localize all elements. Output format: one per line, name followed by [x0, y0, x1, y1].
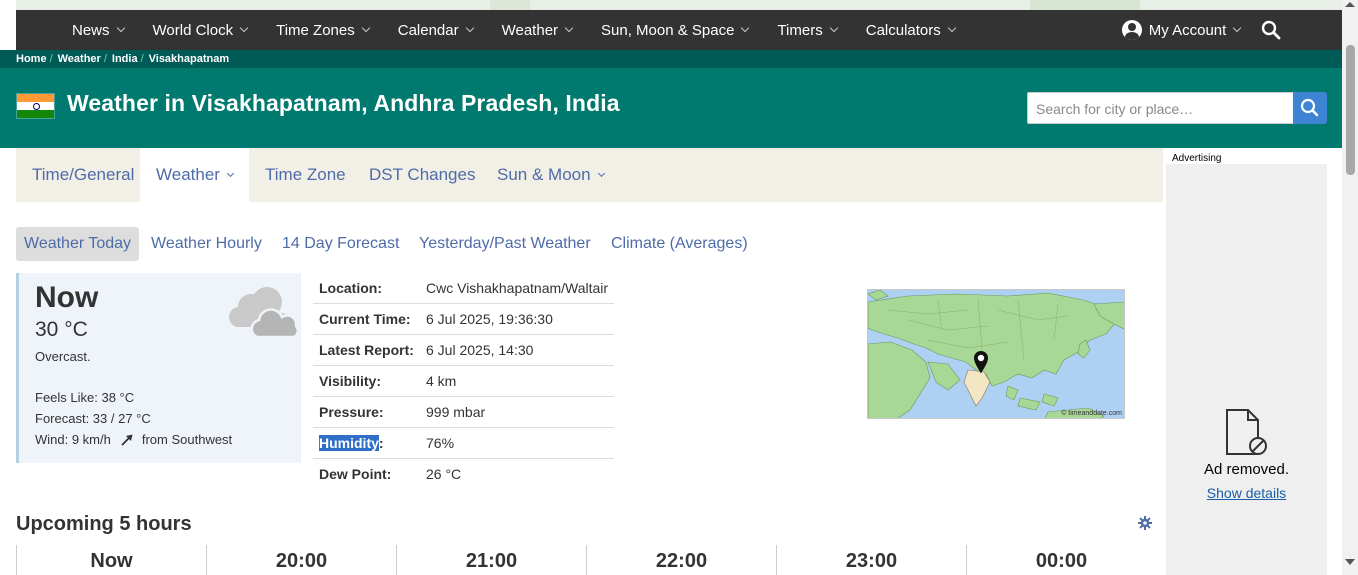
- forecast-range: Forecast: 33 / 27 °C: [35, 411, 151, 426]
- breadcrumb: Home / Weather / India / Visakhapatnam: [0, 50, 1342, 68]
- detail-latest-report: Latest Report: 6 Jul 2025, 14:30: [313, 335, 614, 366]
- tab-sun-moon[interactable]: Sun & Moon: [497, 148, 605, 202]
- ad-area: [1166, 150, 1327, 575]
- top-strip: [0, 0, 1358, 10]
- tab-weather[interactable]: Weather: [140, 148, 249, 202]
- scroll-up-arrow-icon[interactable]: [1345, 2, 1355, 7]
- hour-column-header: 20:00: [206, 545, 396, 575]
- search-icon: [1300, 98, 1319, 117]
- nav-calculators[interactable]: Calculators: [866, 10, 957, 50]
- chevron-down-icon: [564, 23, 574, 33]
- nav-weather[interactable]: Weather: [502, 10, 574, 50]
- subtab-weather-today[interactable]: Weather Today: [16, 227, 140, 261]
- hour-column-header: 23:00: [776, 545, 966, 575]
- breadcrumb-india[interactable]: India: [112, 53, 138, 65]
- now-title: Now: [35, 281, 99, 314]
- detail-dew-point: Dew Point: 26 °C: [319, 466, 462, 482]
- hour-column-header: 00:00: [966, 545, 1156, 575]
- scrollbar-thumb[interactable]: [1346, 45, 1355, 175]
- current-condition: Overcast.: [35, 349, 91, 364]
- chevron-down-icon: [465, 23, 474, 33]
- search-input[interactable]: Search for city or place…: [1027, 92, 1294, 124]
- chevron-down-icon: [1233, 23, 1242, 33]
- tab-time-zone[interactable]: Time Zone: [265, 148, 346, 202]
- scroll-down-arrow-icon[interactable]: [1345, 559, 1355, 565]
- chevron-down-icon: [361, 23, 370, 33]
- breadcrumb-home[interactable]: Home: [16, 53, 47, 65]
- chevron-down-icon: [829, 23, 838, 33]
- hour-column-header: Now: [16, 545, 206, 575]
- subtab-climate[interactable]: Climate (Averages): [611, 227, 748, 261]
- chevron-down-icon: [116, 23, 125, 33]
- hour-column-header: 22:00: [586, 545, 776, 575]
- nav-time-zones[interactable]: Time Zones: [276, 10, 370, 50]
- india-flag-icon: [16, 93, 55, 119]
- nav-timers[interactable]: Timers: [777, 10, 838, 50]
- breadcrumb-current: Visakhapatnam: [148, 53, 230, 65]
- search-button[interactable]: [1293, 92, 1327, 124]
- wind-direction-arrow-icon: [121, 434, 133, 446]
- chevron-down-icon: [226, 169, 234, 177]
- detail-current-time: Current Time: 6 Jul 2025, 19:36:30: [313, 304, 614, 335]
- chevron-down-icon: [597, 169, 605, 177]
- humidity-label-selected: Humidity: [319, 435, 379, 451]
- subtab-weather-hourly[interactable]: Weather Hourly: [151, 227, 262, 261]
- overcast-cloud-icon: [229, 287, 299, 339]
- world-map-icon: [868, 290, 1124, 418]
- nav-calendar[interactable]: Calendar: [398, 10, 474, 50]
- search-icon: [1262, 20, 1281, 40]
- hour-column-header: 21:00: [396, 545, 586, 575]
- nav-world-clock[interactable]: World Clock: [153, 10, 249, 50]
- wind-info: Wind: 9 km/h from Southwest: [35, 432, 233, 447]
- chevron-down-icon: [239, 23, 249, 33]
- subtab-14-day-forecast[interactable]: 14 Day Forecast: [282, 227, 399, 261]
- subtab-past-weather[interactable]: Yesterday/Past Weather: [419, 227, 591, 261]
- current-weather-card: Now 30 °C Overcast. Feels Like: 38 °C Fo…: [16, 273, 301, 463]
- chevron-down-icon: [741, 23, 750, 33]
- page-title: Weather in Visakhapatnam, Andhra Pradesh…: [67, 90, 620, 116]
- map-credit: © timeanddate.com: [1061, 410, 1122, 417]
- breadcrumb-weather[interactable]: Weather: [58, 53, 101, 65]
- tab-time-general[interactable]: Time/General: [32, 148, 134, 202]
- ad-label: Advertising: [1166, 150, 1327, 164]
- page-header: Weather in Visakhapatnam, Andhra Pradesh…: [0, 68, 1342, 148]
- detail-pressure: Pressure: 999 mbar: [313, 397, 614, 428]
- hourly-header-row: Now 20:00 21:00 22:00 23:00 00:00: [16, 545, 1156, 575]
- gear-icon[interactable]: [1138, 516, 1152, 530]
- account-icon: [1121, 20, 1142, 40]
- detail-visibility: Visibility: 4 km: [313, 366, 614, 397]
- current-temperature: 30 °C: [35, 318, 88, 341]
- my-account-menu[interactable]: My Account: [1121, 10, 1242, 50]
- chevron-down-icon: [947, 23, 957, 33]
- tab-dst-changes[interactable]: DST Changes: [369, 148, 475, 202]
- main-navbar: News World Clock Time Zones Calendar Wea…: [16, 10, 1342, 50]
- detail-location: Location: Cwc Vishakhapatnam/Waltair: [313, 273, 614, 304]
- detail-humidity: Humidity: 76%: [313, 428, 614, 459]
- section-tabs: Time/General Weather Time Zone DST Chang…: [16, 148, 1163, 202]
- ad-removed-text: Ad removed.: [1203, 461, 1290, 478]
- ad-removed-icon: [1226, 409, 1267, 455]
- location-map[interactable]: © timeanddate.com: [867, 289, 1125, 419]
- search-icon-button[interactable]: [1261, 10, 1281, 50]
- upcoming-title: Upcoming 5 hours: [16, 513, 192, 535]
- feels-like: Feels Like: 38 °C: [35, 390, 135, 405]
- ad-show-details-link[interactable]: Show details: [1166, 485, 1327, 501]
- nav-sun-moon-space[interactable]: Sun, Moon & Space: [601, 10, 750, 50]
- nav-news[interactable]: News: [72, 10, 125, 50]
